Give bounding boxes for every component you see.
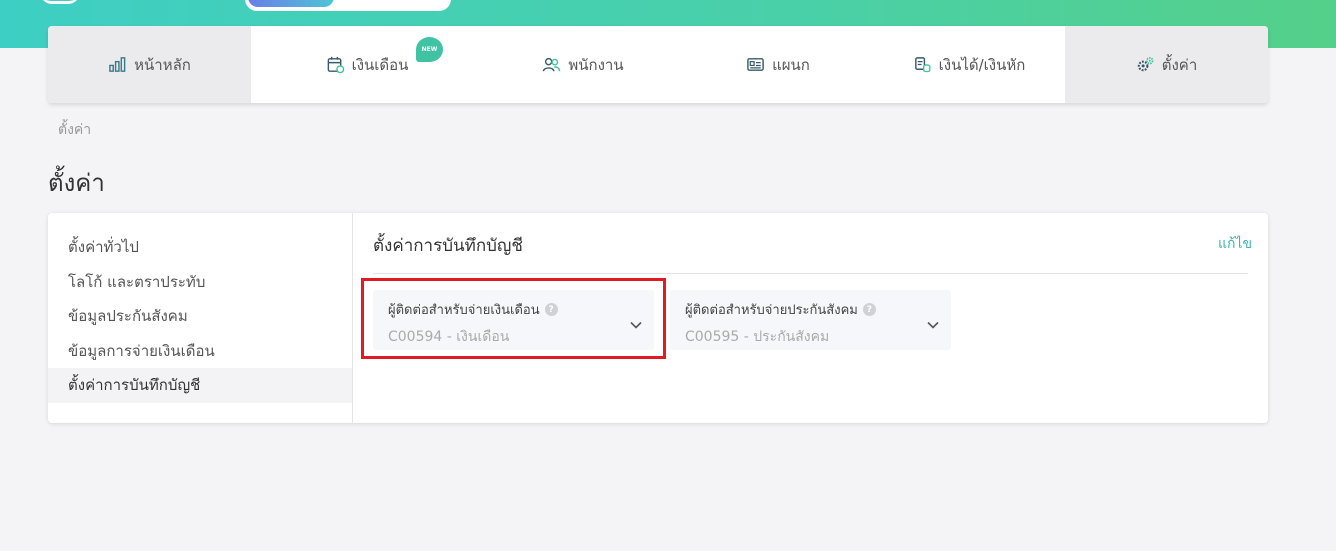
- edit-link[interactable]: แก้ไข: [1218, 233, 1252, 255]
- nav-item-department[interactable]: แผนก: [683, 26, 873, 103]
- gear-icon: [1137, 56, 1154, 72]
- field-label: ผู้ติดต่อสำหรับจ่ายประกันสังคม: [685, 303, 858, 318]
- chevron-down-icon: [927, 321, 939, 329]
- side-menu-item-logo-stamp[interactable]: โลโก้ และตราประทับ: [48, 265, 352, 300]
- nav-item-label: เงินได้/เงินหัก: [938, 55, 1026, 74]
- social-security-contact-select[interactable]: ผู้ติดต่อสำหรับจ่ายประกันสังคม ? C00595 …: [670, 290, 951, 350]
- nav-item-label: เงินเดือน: [351, 55, 409, 74]
- help-icon[interactable]: ?: [862, 303, 876, 316]
- side-menu-item-payroll-payment[interactable]: ข้อมูลการจ่ายเงินเดือน: [48, 334, 352, 369]
- nav-item-label: พนักงาน: [568, 55, 624, 74]
- field-value: C00595 - ประกันสังคม: [685, 329, 830, 345]
- nav-item-label: หน้าหลัก: [134, 55, 191, 74]
- logo: [40, 0, 80, 4]
- coins-icon: [914, 57, 931, 73]
- side-menu-item-accounting[interactable]: ตั้งค่าการบันทึกบัญชี: [48, 368, 352, 403]
- nav-item-label: ตั้งค่า: [1161, 55, 1198, 74]
- side-menu-item-general[interactable]: ตั้งค่าทั่วไป: [48, 230, 352, 265]
- nav-item-settings[interactable]: ตั้งค่า: [1065, 26, 1268, 103]
- id-card-icon: [747, 58, 764, 71]
- nav-item-label: แผนก: [772, 55, 810, 74]
- nav-item-earnings-deductions[interactable]: เงินได้/เงินหัก: [873, 26, 1065, 103]
- mode-toggle[interactable]: [245, 0, 451, 11]
- settings-side-menu: ตั้งค่าทั่วไป โลโก้ และตราประทับ ข้อมูลป…: [48, 213, 353, 423]
- field-label-wrap: ผู้ติดต่อสำหรับจ่ายประกันสังคม ?: [685, 299, 951, 320]
- breadcrumb[interactable]: ตั้งค่า: [58, 119, 91, 141]
- bar-chart-icon: [109, 57, 126, 72]
- new-badge: NEW: [416, 37, 443, 62]
- highlight-box: [361, 278, 666, 359]
- nav-item-salary[interactable]: เงินเดือน NEW: [251, 26, 483, 103]
- divider: [373, 273, 1248, 274]
- mode-toggle-active: [248, 0, 334, 7]
- page-title: ตั้งค่า: [48, 169, 105, 197]
- calendar-icon: [327, 56, 344, 74]
- content-title: ตั้งค่าการบันทึกบัญชี: [373, 236, 523, 256]
- nav-item-employees[interactable]: พนักงาน: [483, 26, 683, 103]
- main-nav: หน้าหลัก เงินเดือน NEW พนักงาน แผนก เงิน…: [48, 26, 1268, 103]
- nav-item-home[interactable]: หน้าหลัก: [48, 26, 251, 103]
- side-menu-item-social-security[interactable]: ข้อมูลประกันสังคม: [48, 299, 352, 334]
- users-icon: [543, 57, 561, 72]
